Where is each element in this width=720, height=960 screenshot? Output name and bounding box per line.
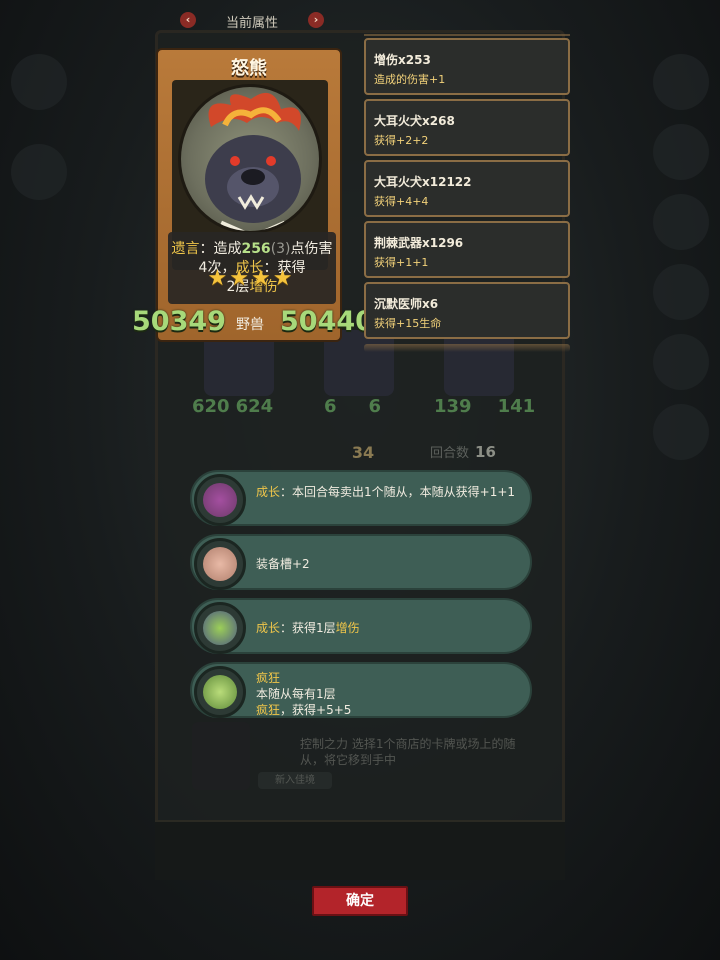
confirm-button[interactable]: 确定	[312, 886, 408, 916]
page-title: 当前属性	[225, 16, 278, 31]
star-icon: ★	[251, 266, 271, 291]
tavern-level-badge: 34	[351, 443, 375, 462]
star-rating: ★★★★	[200, 266, 300, 291]
chevron-right-icon[interactable]: ›	[308, 12, 324, 28]
board-minion-stats: 620 624	[192, 396, 274, 417]
buff-desc: 获得+15生命	[374, 317, 442, 330]
effect-list: 成长：本回合每卖出1个随从，本随从获得+1+1 装备槽+2 成长：获得1层增伤 …	[190, 470, 532, 726]
attack-value: 50349	[132, 306, 226, 337]
star-icon: ★	[207, 266, 228, 291]
effect-text: 疯狂 本随从每有1层 疯狂，获得+5+5	[256, 671, 352, 717]
minion-type: 野兽	[236, 317, 264, 333]
keyword-deathrattle: 遗言	[171, 241, 200, 257]
effect-text: 成长：本回合每卖出1个随从，本随从获得+1+1	[256, 485, 516, 499]
buff-item: 大耳火犬x268 获得+2+2	[364, 99, 570, 156]
effect-item: 成长：本回合每卖出1个随从，本随从获得+1+1	[190, 470, 532, 526]
buff-title: 荆棘武器x1296	[374, 236, 464, 250]
bear-portrait-icon	[178, 84, 322, 234]
effect-item: 装备槽+2	[190, 534, 532, 590]
buff-title: 增伤x253	[374, 53, 431, 67]
chevron-left-icon[interactable]: ‹	[180, 12, 196, 28]
frenzy-vine-icon	[194, 666, 246, 718]
round-counter: 回合数 16	[430, 442, 496, 461]
background-left-menu	[4, 40, 74, 220]
star-icon: ★	[272, 266, 293, 291]
buff-item: 荆棘武器x1296 获得+1+1	[364, 221, 570, 278]
effect-text: 成长：获得1层增伤	[256, 621, 360, 635]
thorn-vine-icon	[194, 474, 246, 526]
buff-desc: 获得+1+1	[374, 256, 429, 269]
background-hero-panel: 控制之力 选择1个商店的卡牌或场上的随从，将它移到手中 新入佳境	[192, 722, 532, 792]
minion-name: 怒熊	[231, 58, 267, 79]
board-minion-stats: 66	[324, 396, 382, 417]
star-icon: ★	[229, 266, 249, 291]
rank-icon	[11, 54, 67, 110]
health-value: 50440	[280, 306, 374, 337]
buff-title: 大耳火犬x12122	[374, 175, 472, 189]
buff-item: 增伤x253 造成的伤害+1	[364, 38, 570, 95]
chart-icon	[653, 264, 709, 320]
background-right-menu	[646, 40, 716, 464]
attribute-header: ‹ 当前属性 ›	[180, 10, 324, 32]
minion-card: 怒熊 遗言：造成256(3)点伤害4次，成长：获得 2层增伤 ★★★★	[156, 48, 342, 342]
buff-item: 大耳火犬x12122 获得+4+4	[364, 160, 570, 217]
minion-stats: 50349 野兽 50440	[132, 306, 374, 337]
buff-desc: 获得+4+4	[374, 195, 429, 208]
pig-icon	[194, 538, 246, 590]
effect-text: 装备槽+2	[256, 557, 310, 571]
map-icon	[11, 144, 67, 200]
bag-icon	[653, 404, 709, 460]
effect-item: 疯狂 本随从每有1层 疯狂，获得+5+5	[190, 662, 532, 718]
buff-item: 沉默医师x6 获得+15生命	[364, 282, 570, 339]
board-minion-stats: 139 141	[434, 396, 536, 417]
round-value: 16	[475, 443, 496, 461]
hero-skill-text: 控制之力 选择1个商店的卡牌或场上的随从，将它移到手中	[300, 737, 516, 767]
skull-icon	[653, 334, 709, 390]
settings-icon	[653, 54, 709, 110]
buff-desc: 造成的伤害+1	[374, 73, 446, 86]
background-hand-strip	[155, 820, 565, 880]
buff-title: 沉默医师x6	[374, 297, 439, 311]
buff-list-scroll-edge	[364, 344, 570, 352]
trophy-icon	[653, 194, 709, 250]
buff-list-scroll-edge	[364, 26, 570, 36]
hero-skill-button: 新入佳境	[258, 772, 332, 789]
book-icon	[653, 124, 709, 180]
effect-item: 成长：获得1层增伤	[190, 598, 532, 654]
potion-icon	[194, 602, 246, 654]
buff-list[interactable]: 增伤x253 造成的伤害+1 大耳火犬x268 获得+2+2 大耳火犬x1212…	[364, 38, 570, 343]
buff-title: 大耳火犬x268	[374, 114, 455, 128]
round-label: 回合数	[430, 446, 470, 461]
hero-portrait	[192, 722, 250, 790]
buff-desc: 获得+2+2	[374, 134, 429, 147]
